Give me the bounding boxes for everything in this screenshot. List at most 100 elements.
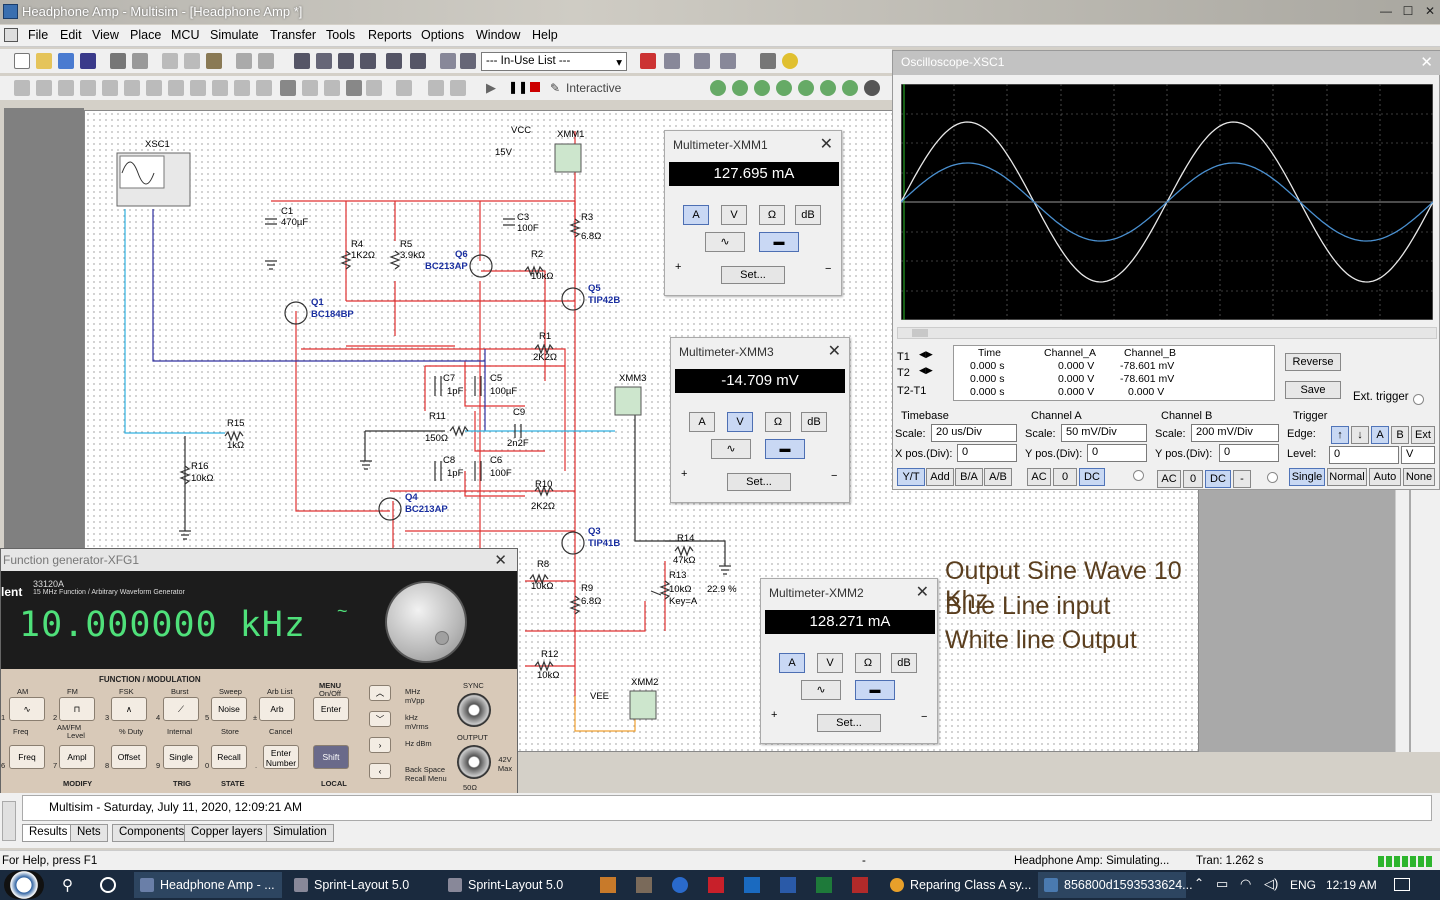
timebase-scale-input[interactable]: 20 us/Div [931, 424, 1017, 442]
database-icon[interactable] [386, 53, 402, 69]
close-icon[interactable]: ✕ [828, 341, 841, 361]
fg-up-arrow-icon[interactable]: ︿ [369, 685, 391, 701]
four-channel-scope-icon[interactable] [798, 80, 814, 96]
ext-trigger-terminal[interactable] [1413, 394, 1424, 405]
mixed-icon[interactable] [190, 80, 206, 96]
t2-cursor-arrows-icon[interactable]: ◀▶ [919, 365, 933, 376]
help-icon[interactable] [782, 53, 798, 69]
rf-icon[interactable] [302, 80, 318, 96]
paste-icon[interactable] [206, 53, 222, 69]
open-samples-icon[interactable] [58, 53, 74, 69]
function-generator-icon[interactable] [732, 80, 748, 96]
settings-gear-icon[interactable] [864, 80, 880, 96]
xmm1-dc-button[interactable]: ▬ [759, 232, 799, 252]
scroll-thumb[interactable] [912, 329, 928, 337]
hierarchical-icon[interactable] [366, 80, 382, 96]
excel-icon[interactable] [816, 877, 832, 893]
cmos-icon[interactable] [146, 80, 162, 96]
menu-edit[interactable]: Edit [60, 28, 82, 42]
multimeter-xmm3[interactable]: Multimeter-XMM3 ✕ -14.709 mV A V Ω dB ∿ … [670, 337, 850, 503]
trigger-single-button[interactable]: Single [1289, 468, 1325, 486]
channel-a-ac-button[interactable]: AC [1027, 468, 1051, 486]
fg-enter-key[interactable]: Enter [313, 697, 349, 721]
xmm2-voltmeter-button[interactable]: V [817, 653, 843, 673]
diode-icon[interactable] [58, 80, 74, 96]
menu-tools[interactable]: Tools [326, 28, 355, 42]
new-icon[interactable] [14, 53, 30, 69]
fg-sine-key[interactable]: ∿ [9, 697, 45, 721]
misc-icon[interactable] [256, 80, 272, 96]
fg-knob[interactable] [385, 581, 467, 663]
menu-help[interactable]: Help [532, 28, 558, 42]
back-annotate-icon[interactable] [664, 53, 680, 69]
misc-digital-icon[interactable] [168, 80, 184, 96]
bode-plotter-icon[interactable] [820, 80, 836, 96]
tab-results[interactable]: Results [22, 824, 75, 842]
ab-mode-button[interactable]: A/B [984, 468, 1012, 486]
erc-icon[interactable] [460, 53, 476, 69]
fg-triangle-key[interactable]: ∧ [111, 697, 147, 721]
app-circle-icon[interactable] [100, 877, 116, 893]
rising-edge-icon[interactable]: ↑ [1331, 426, 1349, 444]
xmm3-voltmeter-button[interactable]: V [727, 412, 753, 432]
doc-icon[interactable] [4, 28, 18, 42]
interactive-label[interactable]: Interactive [566, 81, 621, 95]
notifications-icon[interactable] [1394, 878, 1410, 891]
fg-down-arrow-icon[interactable]: ﹀ [369, 711, 391, 727]
run-icon[interactable]: ▶ [486, 80, 496, 96]
save-icon[interactable] [80, 53, 96, 69]
trigger-level-input[interactable]: 0 [1329, 446, 1399, 464]
channel-b-scale-input[interactable]: 200 mV/Div [1191, 424, 1279, 442]
fg-ampl-key[interactable]: Ampl [59, 745, 95, 769]
xmm2-db-button[interactable]: dB [891, 653, 917, 673]
close-icon[interactable]: ✕ [916, 582, 929, 602]
in-use-list-select[interactable]: --- In-Use List --- ▾ [481, 52, 627, 71]
taskbar-sprint-2[interactable]: Sprint-Layout 5.0 [442, 872, 590, 898]
oscilloscope-scrollbar[interactable] [897, 327, 1437, 339]
postprocessor-icon[interactable] [440, 53, 456, 69]
word-icon[interactable] [780, 877, 796, 893]
outlook-icon[interactable] [744, 877, 760, 893]
minimize-icon[interactable]: — [1377, 3, 1395, 19]
oscilloscope-xsc1[interactable]: Oscilloscope-XSC1 ✕ T1 T2 T2-T1 ◀▶ ◀▶ Ti… [892, 50, 1440, 490]
fg-square-key[interactable]: ⊓ [59, 697, 95, 721]
xmm3-dc-button[interactable]: ▬ [765, 439, 805, 459]
analog-icon[interactable] [102, 80, 118, 96]
fg-right-arrow-icon[interactable]: › [369, 737, 391, 753]
trigger-b-button[interactable]: B [1391, 426, 1409, 444]
trigger-none-button[interactable]: None [1403, 468, 1435, 486]
channel-b-terminal[interactable] [1267, 472, 1278, 483]
xmm1-voltmeter-button[interactable]: V [721, 205, 747, 225]
transistor-icon[interactable] [80, 80, 96, 96]
channel-b-minus-button[interactable]: - [1233, 470, 1251, 488]
electromechanical-icon[interactable] [324, 80, 340, 96]
tab-copper-layers[interactable]: Copper layers [184, 824, 270, 842]
menu-file[interactable]: File [28, 28, 48, 42]
tab-components[interactable]: Components [112, 824, 192, 842]
tab-nets[interactable]: Nets [70, 824, 108, 842]
toggle-fullscreen-icon[interactable] [294, 53, 310, 69]
channel-a-zero-button[interactable]: 0 [1053, 468, 1077, 486]
menu-view[interactable]: View [92, 28, 119, 42]
multimeter-xmm2[interactable]: Multimeter-XMM2 ✕ 128.271 mA A V Ω dB ∿ … [760, 578, 938, 744]
access-icon[interactable] [852, 877, 868, 893]
xmm3-db-button[interactable]: dB [801, 412, 827, 432]
xmm2-ohmmeter-button[interactable]: Ω [855, 653, 881, 673]
function-generator-xfg1[interactable]: Function generator-XFG1 ✕ lent 33120A 15… [0, 548, 518, 796]
xmm2-ammeter-button[interactable]: A [779, 653, 805, 673]
xmm1-db-button[interactable]: dB [795, 205, 821, 225]
frequency-counter-icon[interactable] [842, 80, 858, 96]
channel-a-scale-input[interactable]: 50 mV/Div [1061, 424, 1147, 442]
xmm2-set-button[interactable]: Set... [817, 714, 881, 732]
language-indicator[interactable]: ENG [1290, 878, 1316, 892]
menu-place[interactable]: Place [130, 28, 161, 42]
ttl-icon[interactable] [124, 80, 140, 96]
menu-options[interactable]: Options [421, 28, 464, 42]
menu-mcu[interactable]: MCU [171, 28, 199, 42]
print-preview-icon[interactable] [132, 53, 148, 69]
place-junction-icon[interactable] [428, 80, 444, 96]
pinned-app-icon[interactable] [600, 877, 616, 893]
bus-icon[interactable] [396, 80, 412, 96]
falling-edge-icon[interactable]: ↓ [1351, 426, 1369, 444]
stop-icon[interactable] [530, 82, 540, 92]
